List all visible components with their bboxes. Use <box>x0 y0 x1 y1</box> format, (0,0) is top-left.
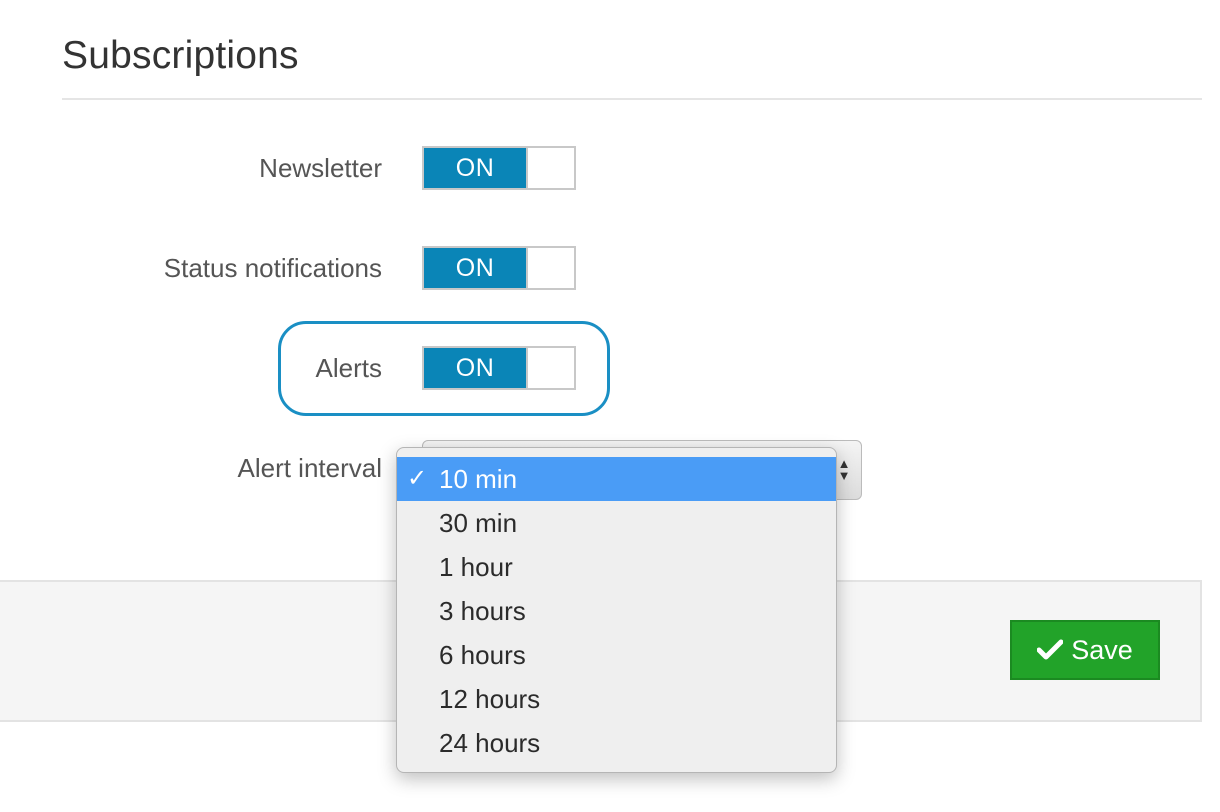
newsletter-toggle[interactable]: ON <box>422 146 576 190</box>
option-label: 6 hours <box>439 640 526 670</box>
alert-interval-dropdown: ✓ 10 min 30 min 1 hour 3 hours 6 hours 1… <box>396 447 837 773</box>
save-button-label: Save <box>1071 634 1133 665</box>
status-notifications-label: Status notifications <box>163 253 382 283</box>
page-title: Subscriptions <box>62 34 299 77</box>
alert-interval-label: Alert interval <box>237 453 383 483</box>
save-button[interactable]: Save <box>1010 620 1160 680</box>
option-label: 10 min <box>439 464 518 494</box>
status-notifications-toggle[interactable]: ON <box>422 246 576 290</box>
alerts-label: Alerts <box>315 353 382 383</box>
dropdown-option[interactable]: ✓ 10 min <box>397 457 836 501</box>
toggle-knob <box>526 348 574 388</box>
toggle-state: ON <box>424 248 526 288</box>
title-divider <box>62 98 1202 100</box>
option-label: 24 hours <box>439 728 541 758</box>
option-label: 3 hours <box>439 596 526 626</box>
dropdown-option[interactable]: 1 hour <box>397 545 836 589</box>
dropdown-option[interactable]: 3 hours <box>397 589 836 633</box>
toggle-state: ON <box>424 148 526 188</box>
newsletter-label: Newsletter <box>259 153 382 183</box>
check-icon <box>1037 639 1064 660</box>
dropdown-option[interactable]: 6 hours <box>397 633 836 677</box>
option-label: 12 hours <box>439 684 541 714</box>
toggle-knob <box>526 248 574 288</box>
option-label: 30 min <box>439 508 518 538</box>
dropdown-option[interactable]: 12 hours <box>397 677 836 721</box>
dropdown-option[interactable]: 24 hours <box>397 721 836 765</box>
toggle-knob <box>526 148 574 188</box>
checkmark-icon: ✓ <box>407 465 428 492</box>
dropdown-option[interactable]: 30 min <box>397 501 836 545</box>
up-down-arrows-icon: ▲ ▼ <box>837 456 851 483</box>
subscriptions-page: Subscriptions Newsletter ON Status notif… <box>0 0 1220 812</box>
alerts-toggle[interactable]: ON <box>422 346 576 390</box>
toggle-state: ON <box>424 348 526 388</box>
option-label: 1 hour <box>439 552 513 582</box>
